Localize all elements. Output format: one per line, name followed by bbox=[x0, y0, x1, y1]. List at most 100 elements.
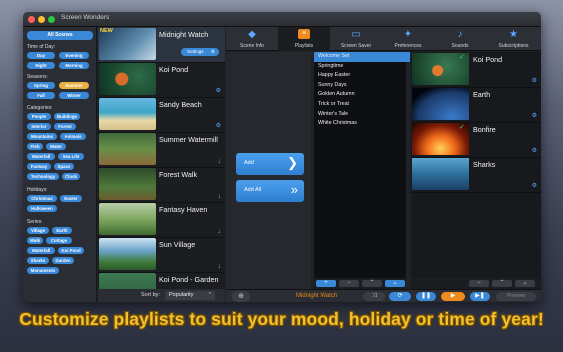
filter-pill[interactable]: Koi Pond bbox=[58, 247, 84, 254]
playlist-item[interactable]: Trick or Treat bbox=[314, 100, 410, 110]
filter-pill[interactable]: Water bbox=[46, 143, 66, 150]
gear-icon[interactable]: ⚙ bbox=[216, 87, 221, 94]
playlist-toolbar: + − ⌃ ⌄ bbox=[314, 278, 406, 289]
subscriptions-icon: ★ bbox=[509, 29, 518, 40]
scene-item-sun-village[interactable]: Sun Village ↓ bbox=[98, 237, 225, 273]
playlist-scene-item[interactable]: Earth ⚙ bbox=[411, 87, 541, 123]
sort-select[interactable]: Popularity ⌃ bbox=[165, 291, 215, 300]
gear-icon[interactable]: ⚙ bbox=[532, 112, 537, 119]
filter-pill[interactable]: Waterfall bbox=[27, 247, 55, 254]
playlist-item[interactable]: Happy Easter bbox=[314, 71, 410, 81]
gear-icon[interactable]: ⚙ bbox=[532, 182, 537, 189]
add-playlist-button[interactable]: + bbox=[316, 280, 336, 287]
filter-pill[interactable]: Day bbox=[27, 52, 55, 59]
filter-pill[interactable]: Monuments bbox=[27, 267, 59, 274]
gear-icon[interactable]: ⚙ bbox=[532, 77, 537, 84]
filter-pill[interactable]: Clock bbox=[62, 173, 80, 180]
settings-button[interactable]: Settings ⚙ bbox=[181, 48, 219, 56]
play-icon[interactable]: ▶ bbox=[441, 292, 465, 301]
shuffle-icon[interactable]: ⤨ bbox=[363, 292, 385, 301]
scene-thumbnail bbox=[99, 203, 156, 235]
scene-item-sandy-beach[interactable]: Sandy Beach ⚙ bbox=[98, 97, 225, 133]
filter-pill[interactable]: Sea Life bbox=[58, 153, 84, 160]
download-icon[interactable]: ↓ bbox=[218, 228, 222, 235]
chevron-down-icon[interactable]: ⌄ bbox=[385, 280, 405, 287]
scene-list[interactable]: NEW Midnight Watch Settings ⚙ Koi Pond ⚙ … bbox=[98, 27, 225, 289]
gear-icon[interactable]: ⚙ bbox=[216, 122, 221, 129]
filter-pill[interactable]: Forest bbox=[54, 123, 76, 130]
all-scenes-button[interactable]: All Scenes bbox=[27, 31, 93, 40]
tab-subscriptions[interactable]: ★ Subscriptions bbox=[486, 27, 541, 51]
filter-pill[interactable]: Sharks bbox=[27, 257, 49, 264]
filter-pill[interactable]: Spring bbox=[27, 82, 55, 89]
gear-icon[interactable]: ⚙ bbox=[532, 147, 537, 154]
chevron-up-icon[interactable]: ⌃ bbox=[492, 280, 512, 287]
pause-icon[interactable]: ❚❚ bbox=[416, 292, 436, 301]
tab-playlists[interactable]: ≡ Playlists bbox=[278, 27, 330, 51]
add-all-button[interactable]: Add All » bbox=[236, 180, 304, 202]
chevron-up-icon[interactable]: ⌃ bbox=[362, 280, 382, 287]
close-window-button[interactable] bbox=[28, 16, 35, 23]
filter-pill[interactable]: Garden bbox=[52, 257, 74, 264]
filter-pill[interactable]: Earth bbox=[52, 227, 72, 234]
playlist-item[interactable]: White Christmas bbox=[314, 119, 410, 129]
settings-button-label: Settings bbox=[187, 49, 204, 54]
filter-pill[interactable]: Technology bbox=[27, 173, 59, 180]
scene-item-forest-walk[interactable]: Forest Walk ↓ bbox=[98, 167, 225, 203]
download-icon[interactable]: ↓ bbox=[218, 263, 222, 270]
repeat-icon[interactable]: ⟳ bbox=[389, 292, 411, 301]
download-icon[interactable]: ↓ bbox=[218, 193, 222, 200]
chevron-down-icon[interactable]: ⌄ bbox=[515, 280, 535, 287]
tab-screen-saver[interactable]: ▭ Screen Saver bbox=[330, 27, 382, 51]
filter-pill[interactable]: Easter bbox=[60, 195, 82, 202]
filter-pill[interactable]: Fantasy bbox=[27, 163, 51, 170]
filter-pill[interactable]: Christmas bbox=[27, 195, 57, 202]
filter-pill[interactable]: Winter bbox=[59, 92, 89, 99]
filter-pill[interactable]: Evening bbox=[59, 52, 89, 59]
zoom-icon[interactable]: ⊕ bbox=[232, 291, 250, 302]
playlist-item[interactable]: Sunny Days bbox=[314, 81, 410, 91]
filter-pill[interactable]: Walk bbox=[27, 237, 43, 244]
filter-pill[interactable]: Mountains bbox=[27, 133, 57, 140]
filter-pill[interactable]: People bbox=[27, 113, 51, 120]
minimize-window-button[interactable] bbox=[38, 16, 45, 23]
filter-pill[interactable]: Night bbox=[27, 62, 55, 69]
filter-pill[interactable]: Village bbox=[27, 227, 49, 234]
zoom-window-button[interactable] bbox=[48, 16, 55, 23]
scene-item-midnight-watch[interactable]: NEW Midnight Watch Settings ⚙ bbox=[98, 27, 225, 63]
download-icon[interactable]: ↓ bbox=[218, 158, 222, 165]
playlist-scene-list[interactable]: ✓ Koi Pond ⚙ Earth ⚙ ✓ Bonfire ⚙ Sharks … bbox=[411, 52, 541, 278]
filter-pill[interactable]: Halloween bbox=[27, 205, 57, 212]
scene-item-fantasy-haven[interactable]: Fantasy Haven ↓ bbox=[98, 202, 225, 238]
tab-sounds[interactable]: ♪ Sounds bbox=[434, 27, 486, 51]
scene-item-koi-pond-garden[interactable]: Koi Pond - Garden bbox=[98, 272, 225, 289]
playlist-scene-item[interactable]: ✓ Koi Pond ⚙ bbox=[411, 52, 541, 88]
playlist-item[interactable]: Springtime bbox=[314, 62, 410, 72]
filter-pill[interactable]: Morning bbox=[59, 62, 89, 69]
playlist-list[interactable]: Welcome Set Springtime Happy Easter Sunn… bbox=[314, 52, 410, 278]
tab-scene-info[interactable]: ◆ Scene Info bbox=[226, 27, 278, 51]
scene-item-summer-watermill[interactable]: Summer Watermill ↓ bbox=[98, 132, 225, 168]
add-button[interactable]: Add ❯ bbox=[236, 153, 304, 175]
remove-scene-button[interactable]: − bbox=[469, 280, 489, 287]
filter-pill[interactable]: Cottage bbox=[46, 237, 72, 244]
playlist-scene-item[interactable]: ✓ Bonfire ⚙ bbox=[411, 122, 541, 158]
filter-pill[interactable]: Space bbox=[54, 163, 74, 170]
remove-playlist-button[interactable]: − bbox=[339, 280, 359, 287]
filter-pill[interactable]: Interior bbox=[27, 123, 51, 130]
scene-name: Koi Pond - Garden bbox=[159, 275, 219, 284]
filter-pill[interactable]: Animals bbox=[60, 133, 86, 140]
playlist-item[interactable]: Winter's Tale bbox=[314, 110, 410, 120]
playlist-item[interactable]: Golden Autumn bbox=[314, 90, 410, 100]
playlist-item-selected[interactable]: Welcome Set bbox=[314, 52, 410, 62]
tab-preferences[interactable]: ✦ Preferences bbox=[382, 27, 434, 51]
filter-pill[interactable]: Waterfall bbox=[27, 153, 55, 160]
playlist-scene-item[interactable]: Sharks ⚙ bbox=[411, 157, 541, 193]
filter-pill[interactable]: Buildings bbox=[54, 113, 80, 120]
next-icon[interactable]: ▶❚ bbox=[470, 292, 490, 301]
scene-item-koi-pond[interactable]: Koi Pond ⚙ bbox=[98, 62, 225, 98]
filter-pill-selected[interactable]: Summer bbox=[59, 82, 89, 89]
filter-pill[interactable]: Fall bbox=[27, 92, 55, 99]
preview-button[interactable]: Preview bbox=[496, 292, 536, 301]
filter-pill[interactable]: Fish bbox=[27, 143, 43, 150]
